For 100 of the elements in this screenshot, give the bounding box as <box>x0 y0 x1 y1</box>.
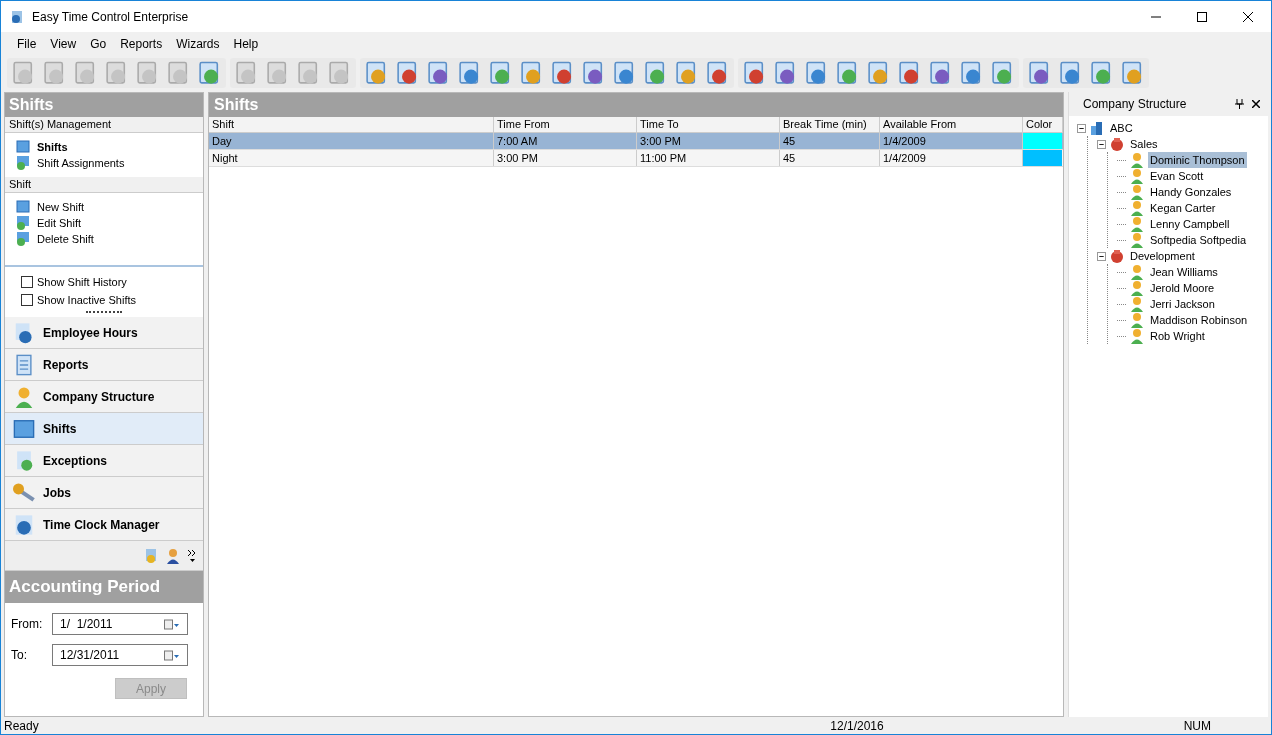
tree-item[interactable]: Jean Williams <box>1148 263 1220 281</box>
employee-icon <box>1129 200 1145 216</box>
table-row[interactable]: Night 3:00 PM 11:00 PM 45 1/4/2009 <box>209 150 1063 167</box>
task-icon <box>15 215 31 231</box>
table-cell: 45 <box>780 150 880 166</box>
section-title: Accounting Period <box>5 571 203 603</box>
table-cell: 11:00 PM <box>637 150 780 166</box>
table-cell: Night <box>209 150 494 166</box>
tree-item[interactable]: Kegan Carter <box>1148 199 1218 217</box>
menu-item[interactable]: Help <box>227 35 265 53</box>
employee-icon <box>1129 216 1145 232</box>
checkbox[interactable] <box>21 276 33 288</box>
pin-icon[interactable] <box>1235 99 1244 109</box>
person-icon[interactable] <box>165 547 181 564</box>
nav-icon <box>13 513 35 536</box>
employee-icon <box>1129 232 1145 248</box>
tree-item[interactable]: Evan Scott <box>1148 167 1206 185</box>
checkbox[interactable] <box>21 294 33 306</box>
table-cell: 7:00 AM <box>494 133 637 149</box>
department-icon <box>1109 248 1125 264</box>
column-header[interactable]: Shift <box>209 117 494 132</box>
checkbox-label: Show Inactive Shifts <box>37 292 137 308</box>
employee-icon <box>1129 168 1145 184</box>
status-keys: NUM <box>1183 716 1211 735</box>
task-icon <box>15 199 31 215</box>
task-link[interactable]: Delete Shift <box>37 230 94 248</box>
nav-icon <box>13 385 35 408</box>
panel-title: Shifts <box>5 93 203 117</box>
nav-button[interactable]: Employee Hours <box>5 317 203 349</box>
task-link[interactable]: Shift Assignments <box>37 154 125 172</box>
app-icon <box>10 9 24 24</box>
column-header[interactable]: Break Time (min) <box>780 117 880 132</box>
checkbox-label: Show Shift History <box>37 274 127 290</box>
nav-button[interactable]: Jobs <box>5 477 203 509</box>
tree-item[interactable]: Development <box>1128 247 1197 265</box>
tree-item[interactable]: Rob Wright <box>1148 327 1207 345</box>
task-icon <box>15 155 31 171</box>
nav-icon <box>13 417 35 440</box>
tree-item[interactable]: Maddison Robinson <box>1148 311 1250 329</box>
panel-title: Company Structure <box>1083 96 1187 113</box>
menu-item[interactable]: Wizards <box>170 35 226 53</box>
tree-item[interactable]: Jerri Jackson <box>1148 295 1217 313</box>
menu-item[interactable]: Go <box>84 35 113 53</box>
menu-item[interactable]: File <box>11 35 43 53</box>
employee-icon <box>1129 152 1145 168</box>
nav-button[interactable]: Company Structure <box>5 381 203 413</box>
close-icon[interactable] <box>1243 11 1253 22</box>
panel-title: Shifts <box>209 93 1063 117</box>
tree-item[interactable]: Sales <box>1128 135 1160 153</box>
expander[interactable] <box>1097 139 1106 149</box>
field-label: From: <box>11 616 44 633</box>
tree-item[interactable]: Lenny Campbell <box>1148 215 1232 233</box>
employee-icon <box>1129 328 1145 344</box>
date-field[interactable]: 12/31/2011 <box>52 644 188 666</box>
column-header[interactable]: Color <box>1023 117 1063 132</box>
nav-icon <box>13 481 35 504</box>
date-field[interactable]: 1/ 1/2011 <box>52 613 188 635</box>
task-icon <box>15 231 31 247</box>
company-icon <box>1089 120 1105 136</box>
chevron-icon[interactable] <box>187 548 197 563</box>
task-link[interactable]: Edit Shift <box>37 214 82 232</box>
column-header[interactable]: Time From <box>494 117 637 132</box>
column-header[interactable]: Available From <box>880 117 1023 132</box>
table-cell: 45 <box>780 133 880 149</box>
close-icon[interactable] <box>1252 100 1260 108</box>
menu-item[interactable]: View <box>44 35 83 53</box>
table-cell: Day <box>209 133 494 149</box>
employee-icon <box>1129 264 1145 280</box>
table-cell: 3:00 PM <box>637 133 780 149</box>
column-header[interactable]: Time To <box>637 117 780 132</box>
employee-icon <box>1129 296 1145 312</box>
employee-icon <box>1129 184 1145 200</box>
splitter-grip[interactable] <box>86 311 122 314</box>
maximize-icon[interactable] <box>1197 11 1207 22</box>
expander[interactable] <box>1077 123 1086 133</box>
task-link[interactable]: New Shift <box>37 198 85 216</box>
tree-item[interactable]: Dominic Thompson <box>1148 151 1247 169</box>
tree-item[interactable]: ABC <box>1108 119 1135 137</box>
nav-button[interactable]: Shifts <box>5 413 203 445</box>
nav-icon <box>13 353 35 376</box>
window-title: Easy Time Control Enterprise <box>32 8 189 26</box>
task-link[interactable]: Shifts <box>37 138 68 156</box>
field-label: To: <box>11 647 28 664</box>
table-row[interactable]: Day 7:00 AM 3:00 PM 45 1/4/2009 <box>209 133 1063 150</box>
tree-item[interactable]: Jerold Moore <box>1148 279 1217 297</box>
section-heading: Shift(s) Management <box>5 117 203 133</box>
nav-button[interactable]: Time Clock Manager <box>5 509 203 541</box>
employee-icon <box>1129 312 1145 328</box>
nav-button[interactable]: Reports <box>5 349 203 381</box>
department-icon <box>1109 136 1125 152</box>
section-heading: Shift <box>5 177 203 193</box>
nav-button[interactable]: Exceptions <box>5 445 203 477</box>
status-message: Ready <box>4 717 39 735</box>
task-icon <box>15 139 31 155</box>
expander[interactable] <box>1097 251 1106 261</box>
menu-item[interactable]: Reports <box>114 35 169 53</box>
tree-item[interactable]: Handy Gonzales <box>1148 183 1234 201</box>
tree-item[interactable]: Softpedia Softpedia <box>1148 231 1249 249</box>
table-cell: 3:00 PM <box>494 150 637 166</box>
employee-icon <box>1129 280 1145 296</box>
